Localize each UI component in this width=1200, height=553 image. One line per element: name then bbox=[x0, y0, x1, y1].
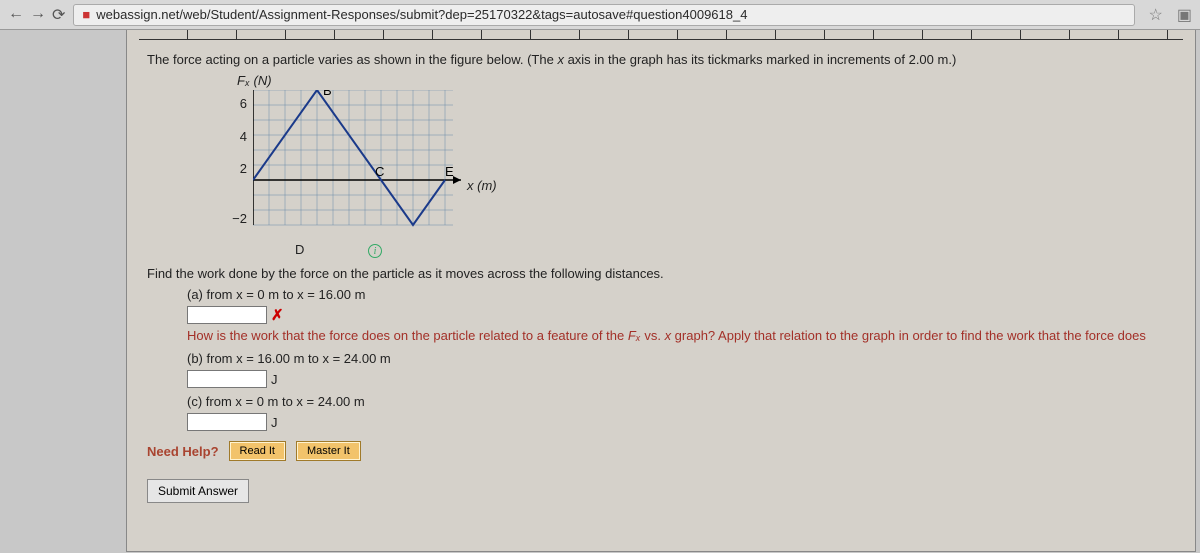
url-text: webassign.net/web/Student/Assignment-Res… bbox=[96, 7, 747, 22]
sub-prompt: Find the work done by the force on the p… bbox=[147, 266, 1175, 281]
point-e-label: E bbox=[445, 164, 454, 179]
y-axis-label: Fₓ (N) bbox=[237, 73, 1175, 88]
extension-icon[interactable]: ▣ bbox=[1177, 5, 1192, 25]
info-icon[interactable]: i bbox=[368, 244, 382, 258]
submit-answer-button[interactable]: Submit Answer bbox=[147, 479, 249, 503]
part-a-input[interactable] bbox=[187, 306, 267, 324]
part-c-input[interactable] bbox=[187, 413, 267, 431]
force-graph: 6 4 2 −2 bbox=[227, 90, 1175, 240]
bookmark-star-icon[interactable]: ☆ bbox=[1149, 5, 1163, 25]
question-panel: The force acting on a particle varies as… bbox=[126, 30, 1196, 552]
graph-svg: A B C E bbox=[253, 90, 463, 240]
x-axis-label: x (m) bbox=[467, 178, 497, 193]
wrong-icon: ✗ bbox=[271, 306, 284, 324]
read-it-button[interactable]: Read It bbox=[229, 441, 286, 461]
part-b-input[interactable] bbox=[187, 370, 267, 388]
part-c-label: (c) from x = 0 m to x = 24.00 m bbox=[187, 394, 1175, 409]
point-b-label: B bbox=[323, 90, 332, 98]
part-a-feedback: How is the work that the force does on t… bbox=[187, 328, 1175, 343]
need-help-label: Need Help? bbox=[147, 444, 219, 459]
url-bar[interactable]: ■ webassign.net/web/Student/Assignment-R… bbox=[73, 4, 1134, 26]
master-it-button[interactable]: Master It bbox=[296, 441, 361, 461]
back-icon[interactable]: ← bbox=[8, 5, 24, 25]
part-b-label: (b) from x = 16.00 m to x = 24.00 m bbox=[187, 351, 1175, 366]
point-c-label: C bbox=[375, 164, 384, 179]
part-b-unit: J bbox=[271, 372, 278, 387]
site-icon: ■ bbox=[82, 7, 90, 22]
part-c-unit: J bbox=[271, 415, 278, 430]
y-axis-ticks: 6 4 2 −2 bbox=[227, 96, 253, 226]
question-prompt: The force acting on a particle varies as… bbox=[147, 52, 1175, 67]
measurement-ruler bbox=[139, 30, 1183, 40]
forward-icon[interactable]: → bbox=[30, 5, 46, 25]
point-d-label: D bbox=[295, 242, 304, 257]
browser-toolbar: ← → ⟳ ■ webassign.net/web/Student/Assign… bbox=[0, 0, 1200, 30]
part-a-label: (a) from x = 0 m to x = 16.00 m bbox=[187, 287, 1175, 302]
reload-icon[interactable]: ⟳ bbox=[52, 5, 65, 25]
